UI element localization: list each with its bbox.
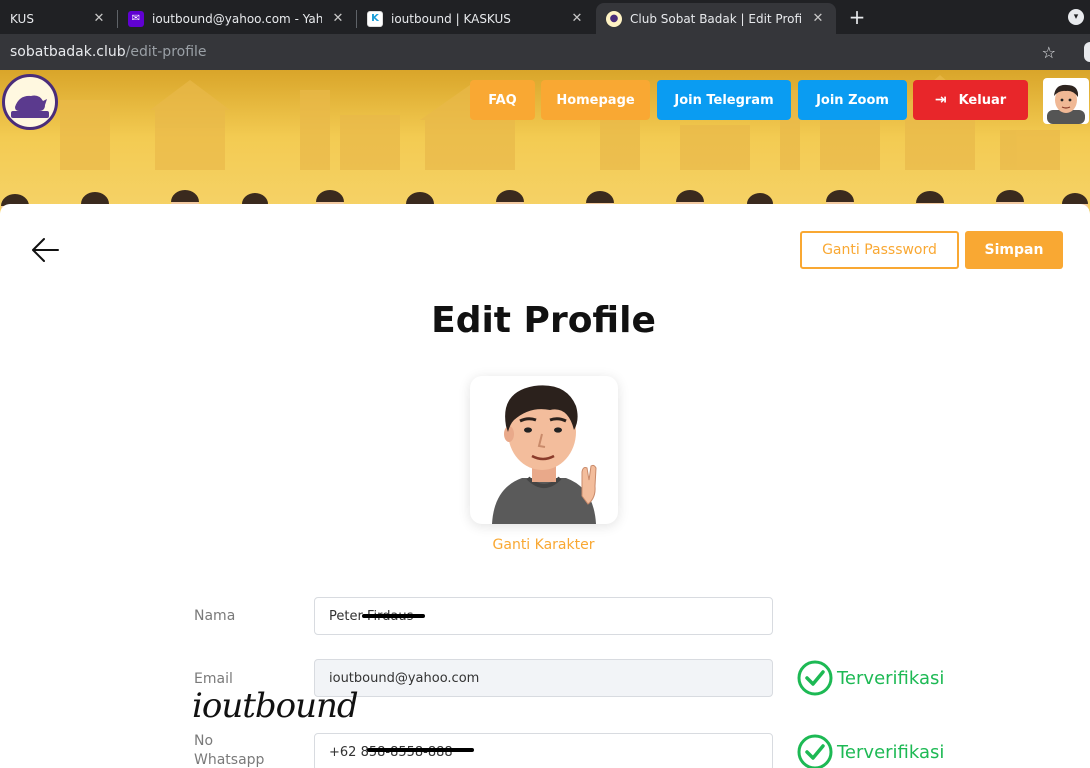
email-value: ioutbound@yahoo.com bbox=[329, 670, 480, 686]
kaskus-icon: K bbox=[367, 10, 383, 27]
change-character-link[interactable]: Ganti Karakter bbox=[0, 537, 1087, 553]
watermark-signature: ioutbound bbox=[192, 686, 359, 726]
user-avatar[interactable] bbox=[1043, 78, 1089, 124]
rhino-logo-icon bbox=[8, 80, 52, 124]
whatsapp-verified-badge: Terverifikasi bbox=[797, 734, 944, 768]
homepage-button[interactable]: Homepage bbox=[541, 80, 650, 120]
address-bar[interactable]: sobatbadak.club/edit-profile ☆ bbox=[0, 37, 1076, 67]
tab-title: ioutbound | KASKUS bbox=[391, 11, 511, 26]
whatsapp-value: +62 858-8558-888 bbox=[329, 744, 453, 760]
browser-tab-bar: KUS ✕ ✉ ioutbound@yahoo.com - Yahoo M ✕ … bbox=[0, 0, 1090, 34]
redaction-scribble bbox=[367, 748, 474, 752]
verified-label: Terverifikasi bbox=[837, 667, 945, 689]
profile-avatar-edge[interactable] bbox=[1084, 42, 1090, 62]
yahoo-mail-icon: ✉ bbox=[128, 10, 144, 27]
whatsapp-label: No Whatsapp bbox=[194, 732, 264, 768]
whatsapp-label-line2: Whatsapp bbox=[194, 752, 265, 768]
email-input[interactable]: ioutbound@yahoo.com bbox=[314, 659, 773, 697]
edit-profile-card: Ganti Passsword Simpan Edit Profile Gant… bbox=[0, 204, 1090, 768]
tab-title: KUS bbox=[10, 11, 34, 26]
sobat-badak-icon: ● bbox=[606, 10, 622, 27]
faq-button[interactable]: FAQ bbox=[470, 80, 535, 120]
redaction-scribble bbox=[362, 614, 425, 618]
avatar-character-icon bbox=[492, 385, 597, 524]
bookmark-star-icon[interactable]: ☆ bbox=[1042, 43, 1056, 62]
close-icon[interactable]: ✕ bbox=[810, 11, 826, 26]
url-path: /edit-profile bbox=[125, 44, 207, 60]
verified-label: Terverifikasi bbox=[837, 741, 945, 763]
email-label: Email bbox=[194, 671, 233, 687]
name-label: Nama bbox=[194, 608, 236, 624]
new-tab-button[interactable]: + bbox=[846, 6, 868, 28]
save-button[interactable]: Simpan bbox=[965, 231, 1063, 269]
hero-banner: FAQ Homepage Join Telegram Join Zoom ⇥ K… bbox=[0, 70, 1090, 220]
logout-label: Keluar bbox=[958, 92, 1007, 108]
tab-title: ioutbound@yahoo.com - Yahoo M bbox=[152, 11, 322, 26]
change-password-button[interactable]: Ganti Passsword bbox=[800, 231, 959, 269]
browser-tab[interactable]: ✉ ioutbound@yahoo.com - Yahoo M ✕ bbox=[118, 3, 356, 34]
logout-button[interactable]: ⇥ Keluar bbox=[913, 80, 1028, 120]
arrow-left-icon[interactable] bbox=[30, 237, 60, 263]
page-viewport: FAQ Homepage Join Telegram Join Zoom ⇥ K… bbox=[0, 70, 1090, 768]
check-circle-icon bbox=[797, 734, 833, 768]
check-circle-icon bbox=[797, 660, 833, 696]
email-verified-badge: Terverifikasi bbox=[797, 660, 944, 696]
browser-tab[interactable]: KUS ✕ bbox=[0, 3, 117, 34]
club-logo[interactable] bbox=[2, 74, 58, 130]
avatar-character-icon bbox=[1047, 84, 1085, 124]
browser-tab[interactable]: K ioutbound | KASKUS ✕ bbox=[357, 3, 595, 34]
close-icon[interactable]: ✕ bbox=[330, 11, 346, 26]
page-title: Edit Profile bbox=[431, 300, 656, 341]
join-zoom-button[interactable]: Join Zoom bbox=[798, 80, 907, 120]
whatsapp-label-line1: No bbox=[194, 733, 214, 749]
close-icon[interactable]: ✕ bbox=[569, 11, 585, 26]
tab-title: Club Sobat Badak | Edit Profile bbox=[630, 11, 802, 26]
close-icon[interactable]: ✕ bbox=[91, 11, 107, 26]
character-avatar[interactable] bbox=[470, 376, 618, 524]
url-host: sobatbadak.club bbox=[10, 44, 126, 60]
join-telegram-button[interactable]: Join Telegram bbox=[657, 80, 791, 120]
browser-tab-active[interactable]: ● Club Sobat Badak | Edit Profile ✕ bbox=[596, 3, 836, 34]
chrome-menu-icon[interactable]: ▾ bbox=[1068, 9, 1084, 25]
browser-toolbar: sobatbadak.club/edit-profile ☆ bbox=[0, 34, 1090, 70]
logout-icon: ⇥ bbox=[934, 92, 947, 108]
